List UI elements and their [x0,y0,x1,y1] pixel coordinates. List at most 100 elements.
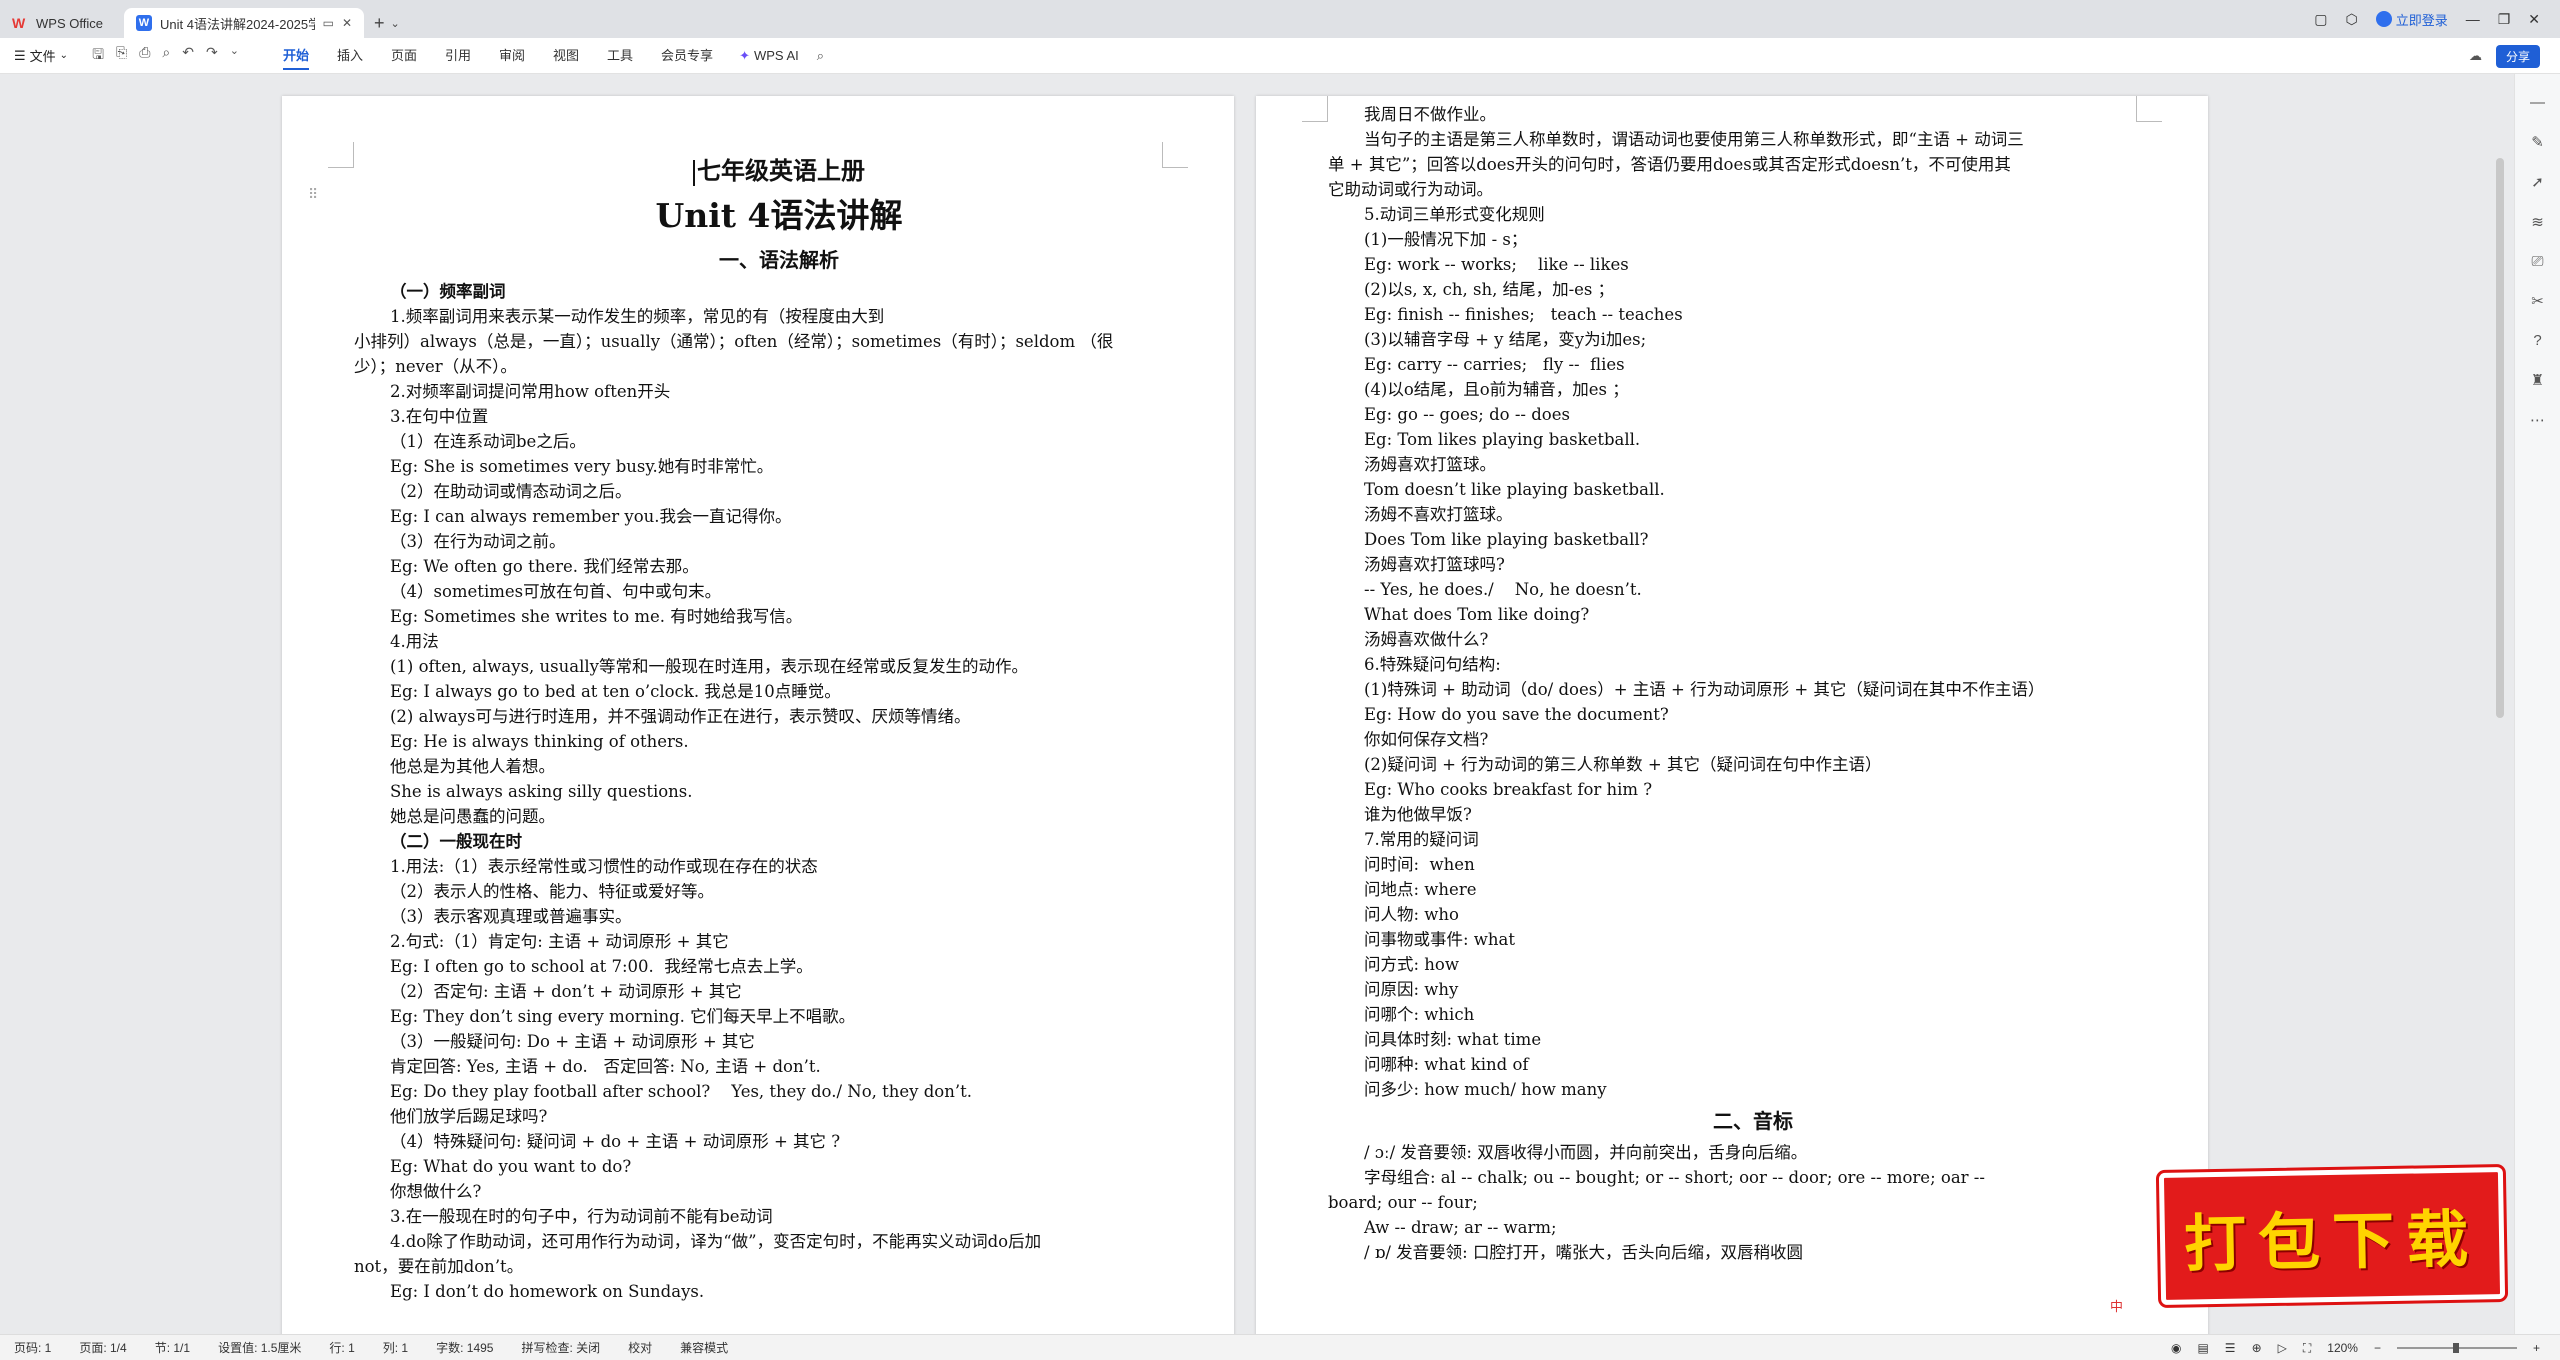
chevron-down-icon[interactable]: ⌄ [230,44,239,68]
minimize-icon[interactable]: — [2466,11,2480,27]
wps-ai-button[interactable]: ✦ WPS AI [727,48,811,64]
redo-icon[interactable]: ↷ [206,44,218,68]
status-word-count[interactable]: 字数: 1495 [422,1339,507,1356]
paragraph-line: Eg: He is always thinking of others. [390,732,689,751]
share-button[interactable]: 分享 [2495,44,2540,68]
outline-view-icon[interactable]: ☰ [2225,1341,2236,1355]
paragraph-drag-handle-icon[interactable]: ⠿ [308,186,318,203]
watermark-logo: 中 [2110,1299,2124,1314]
tab-member[interactable]: 会员专享 [647,38,727,74]
paragraph-line: Eg: go -- goes; do -- does [1364,405,1570,424]
status-spell-check[interactable]: 拼写检查: 关闭 [507,1339,614,1356]
zoom-slider-knob[interactable] [2452,1343,2459,1353]
status-proofread[interactable]: 校对 [614,1339,666,1356]
paragraph-line: Eg: We often go there. 我们经常去那。 [390,557,699,576]
tab-document[interactable]: W Unit 4语法讲解2024-2025学 ▭ ✕ [124,8,364,38]
save-icon[interactable]: 🖫 [92,44,104,68]
status-setting: 设置值: 1.5厘米 [218,1341,302,1355]
search-icon[interactable]: ⌕ [811,48,830,64]
tab-home[interactable]: 开始 [269,38,323,74]
close-window-icon[interactable]: ✕ [2528,11,2540,28]
eye-icon[interactable]: ◉ [2171,1341,2181,1355]
tab-review[interactable]: 审阅 [485,38,539,74]
tools-icon[interactable]: ✂ [2531,292,2544,310]
chevron-down-icon[interactable]: ⌄ [391,17,400,30]
play-icon[interactable]: ▷ [2278,1341,2287,1355]
writer-doc-icon: W [136,15,152,31]
paragraph-line: （1）在连系动词be之后。 [390,432,586,451]
web-view-icon[interactable]: ⊕ [2252,1341,2262,1355]
translate-icon[interactable]: ⎚ [2531,253,2543,270]
tab-references[interactable]: 引用 [431,38,485,74]
download-banner[interactable]: 打包下载 [2155,1163,2509,1309]
select-icon[interactable]: ➚ [2531,173,2544,191]
paragraph-line: 2.句式:（1）肯定句: 主语 + 动词原形 + 其它 [390,932,729,951]
tab-view[interactable]: 视图 [539,38,593,74]
tab-page[interactable]: 页面 [377,38,431,74]
window-icon[interactable]: ▭ [323,16,334,30]
export-pdf-icon[interactable]: ⎘ [116,44,127,68]
paragraph-line: 问哪种: what kind of [1364,1055,1529,1074]
cube-icon[interactable]: ⬡ [2345,11,2357,28]
zoom-in-icon[interactable]: + [2533,1341,2540,1355]
fit-icon[interactable]: ⛶ [2303,1341,2311,1356]
page-view-icon[interactable]: ▤ [2197,1341,2208,1355]
menu-bar: ☰ 文件 ⌄ 🖫 ⎘ ⎙ ⌕ ↶ ↷ ⌄ 开始 插入 页面 引用 审阅 视图 工… [0,38,2560,74]
zoom-slider[interactable] [2396,1343,2517,1353]
vertical-scrollbar[interactable] [2496,158,2504,718]
paragraph-line: 他们放学后踢足球吗? [390,1107,548,1126]
cloud-sync-icon[interactable]: ☁ [2469,48,2482,64]
page-2[interactable]: 我周日不做作业。 当句子的主语是第三人称单数时，谓语动词也要使用第三人称单数形式，… [1256,96,2208,1334]
paragraph-line: 问方式: how [1364,955,1459,974]
margin-marker [2136,96,2162,122]
paragraph-line: 5.动词三单形式变化规则 [1364,205,1545,224]
maximize-icon[interactable]: ❐ [2498,11,2511,28]
print-preview-icon[interactable]: ⌕ [162,44,170,68]
add-tab-icon[interactable]: + [374,13,385,34]
shirt-icon[interactable]: ♜ [2531,371,2544,389]
pen-icon[interactable]: ✎ [2531,133,2544,151]
status-column: 列: 1 [382,1341,409,1355]
doc-title-text: 七年级英语上册 [697,156,865,185]
minus-icon[interactable]: — [2530,94,2545,111]
paragraph-line: (1)特殊词 + 助动词（do/ does）+ 主语 + 行为动词原形 + 其它… [1364,680,2045,699]
paragraph-line: Eg: I always go to bed at ten o’clock. 我… [390,682,841,701]
paragraph-line: 汤姆喜欢做什么? [1364,630,1489,649]
paragraph-line: Eg: Who cooks breakfast for him ? [1364,780,1653,799]
paragraph-line: 她总是问愚蠢的问题。 [390,807,555,826]
tab-insert[interactable]: 插入 [323,38,377,74]
file-menu[interactable]: ☰ 文件 ⌄ [0,46,82,65]
page-2-content[interactable]: 我周日不做作业。 当句子的主语是第三人称单数时，谓语动词也要使用第三人称单数形式，… [1328,102,2138,1265]
tab-label: WPS Office [36,15,103,31]
tab-tools[interactable]: 工具 [593,38,647,74]
paragraph-line: 问具体时刻: what time [1364,1030,1542,1049]
print-icon[interactable]: ⎙ [139,44,150,68]
help-icon[interactable]: ? [2533,332,2541,349]
adjust-icon[interactable]: ≋ [2531,213,2544,231]
paragraph-line: (4)以o结尾，且o前为辅音，加es ； [1364,380,1629,399]
status-row: 行: 1 [329,1341,355,1355]
paragraph-line: Eg: I often go to school at 7:00. 我经常七点去… [390,957,813,976]
page-1[interactable]: ⠿ 七年级英语上册 Unit 4语法讲解 一、语法解析 （一）频率副词 1.频率副… [282,96,1234,1334]
page-2-paragraphs: 我周日不做作业。 当句子的主语是第三人称单数时，谓语动词也要使用第三人称单数形式，… [1328,102,2138,1265]
paragraph-line: Eg: I don’t do homework on Sundays. [390,1282,705,1301]
paragraph-line: What does Tom like doing? [1364,605,1590,624]
paragraph-line: 4.do除了作助动词，还可用作行为动词，译为“做”，变否定句时，不能再实义动词d… [390,1232,1042,1251]
zoom-level[interactable]: 120% [2327,1341,2358,1355]
page-1-content[interactable]: 七年级英语上册 Unit 4语法讲解 一、语法解析 （一）频率副词 1.频率副词用… [354,151,1164,1304]
layout-icon[interactable]: ▢ [2314,11,2327,28]
status-page[interactable]: 页面: 1/4 [65,1339,140,1356]
more-icon[interactable]: ⋯ [2530,411,2545,429]
paragraph-line: / ɒ/ 发音要领: 口腔打开，嘴张大，舌头向后缩，双唇稍收圆 [1364,1243,1803,1262]
zoom-out-icon[interactable]: − [2374,1341,2381,1355]
login-button[interactable]: 立即登录 [2375,10,2448,29]
close-icon[interactable]: ✕ [342,16,352,30]
paragraph-line: Aw -- draw; ar -- warm; [1364,1218,1557,1237]
paragraph-line: Eg: carry -- carries; fly -- flies [1364,355,1625,374]
paragraph-line: (3)以辅音字母 + y 结尾，变y为i加es; [1364,330,1647,349]
paragraph-line: 1.用法:（1）表示经常性或习惯性的动作或现在存在的状态 [390,857,818,876]
ai-spark-icon: ✦ [739,47,750,63]
tab-wps-office[interactable]: W WPS Office [0,8,124,38]
paragraph-line: （2）否定句: 主语 + don’t + 动词原形 + 其它 [390,982,742,1001]
undo-icon[interactable]: ↶ [182,44,194,68]
